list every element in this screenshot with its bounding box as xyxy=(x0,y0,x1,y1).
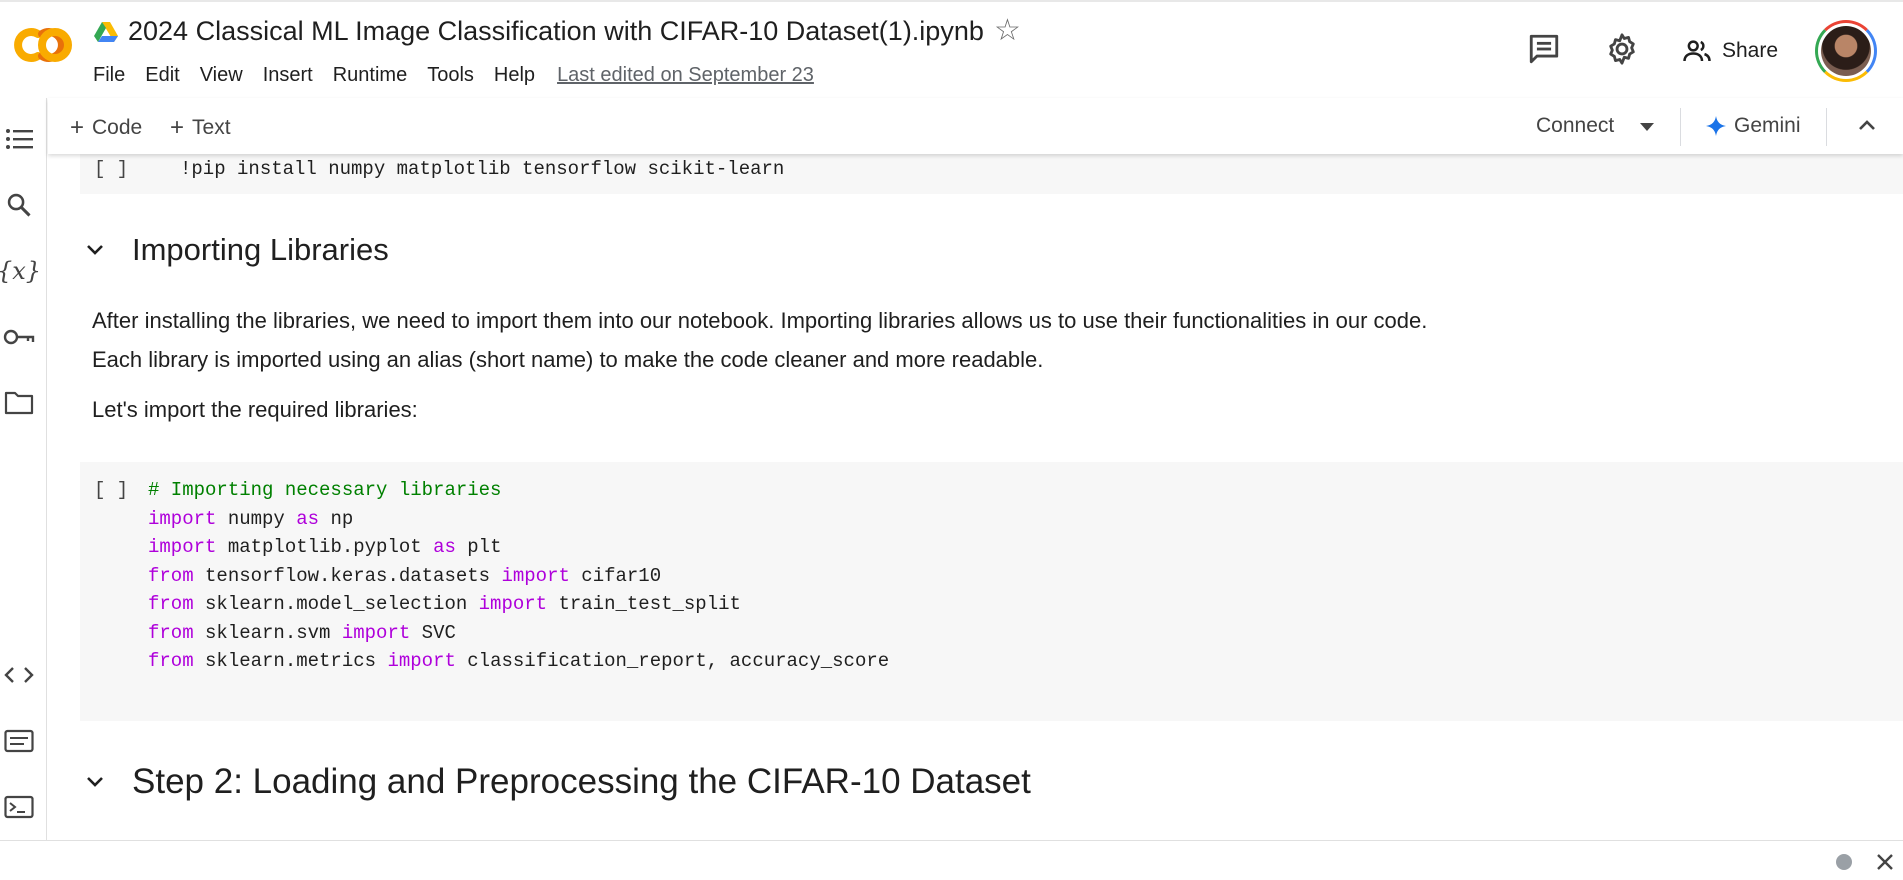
menu-tools[interactable]: Tools xyxy=(427,64,474,87)
menu-bar: File Edit View Insert Runtime Tools Help… xyxy=(93,64,834,87)
chevron-down-icon[interactable] xyxy=(84,771,106,793)
section-heading: Importing Libraries xyxy=(84,232,389,268)
section-heading: Step 2: Loading and Preprocessing the CI… xyxy=(84,762,1031,802)
connect-label: Connect xyxy=(1536,114,1615,137)
code-line[interactable]: !pip install numpy matplotlib tensorflow… xyxy=(180,154,784,184)
code-cell-pip[interactable]: [ ] !pip install numpy matplotlib tensor… xyxy=(80,154,1903,194)
menu-edit[interactable]: Edit xyxy=(145,64,179,87)
account-avatar[interactable] xyxy=(1815,20,1877,82)
plus-icon: + xyxy=(170,114,185,141)
settings-gear-icon[interactable] xyxy=(1605,32,1639,66)
connect-dropdown-icon[interactable] xyxy=(1638,114,1656,138)
last-edited-link[interactable]: Last edited on September 23 xyxy=(557,64,814,87)
status-bar xyxy=(0,840,1903,880)
status-indicator-icon xyxy=(1836,854,1852,870)
menu-view[interactable]: View xyxy=(200,64,243,87)
add-text-cell-button[interactable]: + Text xyxy=(170,114,231,142)
close-icon[interactable] xyxy=(1876,853,1894,871)
code-line: import numpy as np xyxy=(148,507,354,530)
menu-help[interactable]: Help xyxy=(494,64,535,87)
heading-text: Importing Libraries xyxy=(132,232,389,267)
notebook-title[interactable]: 2024 Classical ML Image Classification w… xyxy=(128,16,984,47)
share-label: Share xyxy=(1722,39,1779,62)
markdown-paragraph: Each library is imported using an alias … xyxy=(92,347,1044,372)
notebook-content: [ ] !pip install numpy matplotlib tensor… xyxy=(48,154,1903,840)
run-cell-button[interactable]: [ ] xyxy=(94,154,128,184)
code-line: from sklearn.model_selection import trai… xyxy=(148,593,741,615)
chevron-down-icon[interactable] xyxy=(84,239,106,261)
table-of-contents-icon[interactable] xyxy=(2,122,36,156)
add-code-cell-button[interactable]: + Code xyxy=(70,114,142,142)
code-line: from tensorflow.keras.datasets import ci… xyxy=(148,564,662,587)
star-icon[interactable]: ☆ xyxy=(994,16,1021,46)
menu-runtime[interactable]: Runtime xyxy=(333,64,407,87)
variables-icon[interactable]: {x} xyxy=(0,254,41,288)
people-icon xyxy=(1683,40,1711,62)
menu-file[interactable]: File xyxy=(93,64,125,87)
left-sidebar: {x} xyxy=(0,98,47,840)
connect-button[interactable]: Connect xyxy=(1536,114,1614,138)
colab-logo[interactable] xyxy=(8,24,72,66)
code-line: from sklearn.metrics import classificati… xyxy=(148,650,890,672)
run-cell-button[interactable]: [ ] xyxy=(94,476,128,505)
command-palette-icon[interactable] xyxy=(2,724,36,758)
toolbar-divider xyxy=(1826,108,1827,146)
toolbar-divider xyxy=(1680,108,1681,146)
add-text-label: Text xyxy=(192,116,231,139)
share-button[interactable]: Share xyxy=(1682,36,1778,66)
gemini-sparkle-icon xyxy=(1706,116,1726,136)
google-drive-icon[interactable] xyxy=(94,21,118,43)
search-icon[interactable] xyxy=(2,188,36,222)
code-comment: # Importing necessary libraries xyxy=(148,479,502,501)
code-cell-imports[interactable]: [ ] # Importing necessary libraries impo… xyxy=(80,462,1903,721)
plus-icon: + xyxy=(70,114,85,141)
notebook-toolbar: + Code + Text Connect Gemini xyxy=(48,98,1903,154)
comment-icon[interactable] xyxy=(1527,32,1561,66)
markdown-paragraph: After installing the libraries, we need … xyxy=(92,308,1428,333)
code-editor[interactable]: # Importing necessary libraries import n… xyxy=(148,476,889,676)
secrets-key-icon[interactable] xyxy=(2,320,36,354)
terminal-icon[interactable] xyxy=(2,790,36,824)
collapse-header-icon[interactable] xyxy=(1856,114,1878,136)
add-code-label: Code xyxy=(92,116,143,139)
code-line: import matplotlib.pyplot as plt xyxy=(148,536,502,558)
files-folder-icon[interactable] xyxy=(2,386,36,420)
heading-text: Step 2: Loading and Preprocessing the CI… xyxy=(132,762,1031,801)
gemini-button[interactable]: Gemini xyxy=(1706,114,1801,138)
markdown-paragraph: Let's import the required libraries: xyxy=(92,397,418,422)
code-snippets-icon[interactable] xyxy=(2,658,36,692)
code-line: from sklearn.svm import SVC xyxy=(148,621,456,644)
top-bar: 2024 Classical ML Image Classification w… xyxy=(0,0,1903,98)
menu-insert[interactable]: Insert xyxy=(263,64,313,87)
gemini-label: Gemini xyxy=(1734,114,1801,137)
